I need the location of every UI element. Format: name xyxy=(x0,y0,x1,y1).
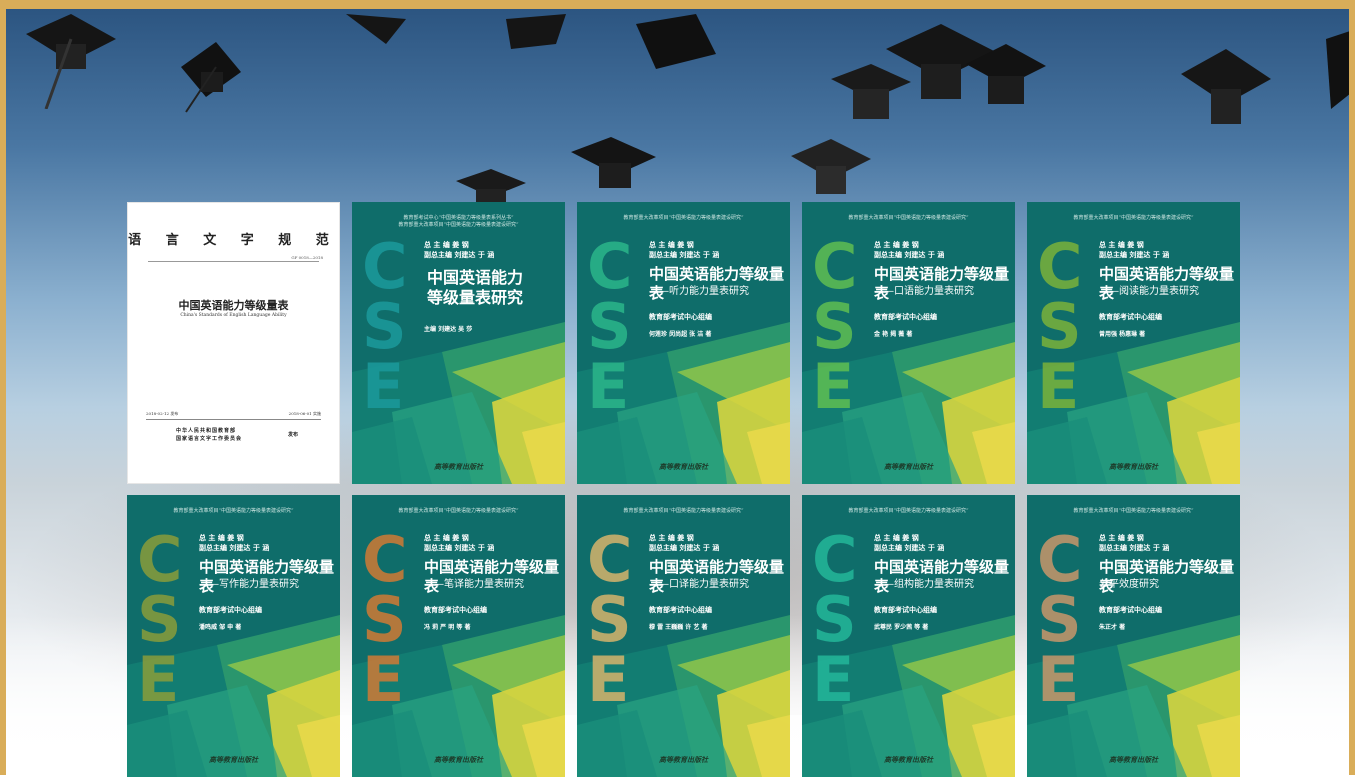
book-editors: 总 主 编 姜 钢 副总主编 刘建达 于 涵 xyxy=(874,533,945,552)
book-authors: 主编 刘建达 吴 莎 xyxy=(424,326,473,333)
book-organizer: 教育部考试中心组编 xyxy=(1099,605,1162,614)
cse-logo: CSE xyxy=(137,523,182,716)
standard-issuer: 中华人民共和国教育部 国家语言文字工作委员会 xyxy=(176,427,242,443)
publisher-logo: 高等教育出版社 xyxy=(659,755,708,764)
publisher-logo: 高等教育出版社 xyxy=(434,755,483,764)
book-editors: 总 主 编 姜 钢 副总主编 刘建达 于 涵 xyxy=(424,240,495,259)
book-cover[interactable]: C S E 教育部重大改革项目“中国英语能力等级量表建设研究” 总 主 编 姜 钢 副总… xyxy=(352,495,565,777)
cse-logo: CSE xyxy=(362,523,407,716)
book-organizer: 教育部考试中心组编 xyxy=(424,605,487,614)
publisher-logo: 高等教育出版社 xyxy=(884,755,933,764)
book-authors: 穆 雷 王巍巍 许 艺 著 xyxy=(649,624,708,631)
book-subtitle: ——阅读能力量表研究 xyxy=(1099,286,1199,297)
book-subtitle: ——口语能力量表研究 xyxy=(874,286,974,297)
date-effective: 2018-06-01 实施 xyxy=(288,411,321,416)
graduation-cap-icon xyxy=(636,14,716,69)
book-cover[interactable]: C S E 教育部重大改革项目“中国英语能力等级量表建设研究” 总 主 编 姜 钢 副总… xyxy=(1027,202,1240,484)
book-cover[interactable]: C S E 教育部重大改革项目“中国英语能力等级量表建设研究” 总 主 编 姜 钢 副总… xyxy=(127,495,340,777)
book-cover[interactable]: C S E 教育部重大改革项目“中国英语能力等级量表建设研究” 总 主 编 姜 钢 副总… xyxy=(1027,495,1240,777)
cse-logo: CSE xyxy=(587,523,632,716)
graduation-cap-icon xyxy=(571,137,656,188)
book-editors: 总 主 编 姜 钢 副总主编 刘建达 于 涵 xyxy=(649,240,720,259)
book-subtitle: ——笔译能力量表研究 xyxy=(424,579,524,590)
graduation-cap-icon xyxy=(1326,31,1349,109)
book-subtitle: 公平效度研究 xyxy=(1099,579,1159,590)
standard-header: 语 言 文 字 规 范 xyxy=(128,233,339,248)
book-authors: 金 艳 揭 薇 著 xyxy=(874,331,913,338)
standard-title: 中国英语能力等级量表 xyxy=(178,299,289,312)
graduation-cap-icon xyxy=(506,14,566,49)
book-subtitle: ——写作能力量表研究 xyxy=(199,579,299,590)
book-title: 中国英语能力 等级量表研究 xyxy=(427,268,524,307)
book-editors: 总 主 编 姜 钢 副总主编 刘建达 于 涵 xyxy=(199,533,270,552)
book-series: 教育部重大改革项目“中国英语能力等级量表建设研究” xyxy=(173,508,294,514)
cse-logo: CSE xyxy=(812,230,857,423)
divider xyxy=(148,261,319,262)
book-editors: 总 主 编 姜 钢 副总主编 刘建达 于 涵 xyxy=(874,240,945,259)
book-subtitle: ——听力能力量表研究 xyxy=(649,286,749,297)
publisher-logo: 高等教育出版社 xyxy=(659,462,708,471)
book-cover[interactable]: C S E 教育部重大改革项目“中国英语能力等级量表建设研究” 总 主 编 姜 钢 副总… xyxy=(802,202,1015,484)
cse-logo: CSE xyxy=(362,230,407,423)
book-organizer: 教育部考试中心组编 xyxy=(874,605,937,614)
book-series: 教育部重大改革项目“中国英语能力等级量表建设研究” xyxy=(1073,215,1194,221)
issue-label: 发布 xyxy=(288,432,299,438)
book-editors: 总 主 编 姜 钢 副总主编 刘建达 于 涵 xyxy=(1099,533,1170,552)
publisher-logo: 高等教育出版社 xyxy=(209,755,258,764)
book-cover[interactable]: C S E 教育部重大改革项目“中国英语能力等级量表建设研究” 总 主 编 姜 钢 副总… xyxy=(577,202,790,484)
standard-title-en: China's Standards of English Language Ab… xyxy=(180,313,287,318)
book-authors: 朱正才 著 xyxy=(1099,624,1126,631)
graduation-cap-icon xyxy=(181,42,241,113)
standard-code: GF 0018—2018 xyxy=(291,255,323,260)
book-editors: 总 主 编 姜 钢 副总主编 刘建达 于 涵 xyxy=(649,533,720,552)
graduation-cap-icon xyxy=(966,44,1046,104)
divider xyxy=(146,419,321,420)
date-published: 2018-02-12 发布 xyxy=(146,411,179,416)
book-cover[interactable]: C S E 教育部重大改革项目“中国英语能力等级量表建设研究” 总 主 编 姜 钢 副总… xyxy=(577,495,790,777)
book-authors: 曾用强 杨惠琳 著 xyxy=(1099,331,1146,338)
book-authors: 冯 莉 严 明 等 著 xyxy=(424,624,471,631)
standard-document-cover[interactable]: 语 言 文 字 规 范 GF 0018—2018 中国英语能力等级量表 Chin… xyxy=(127,202,340,484)
cse-logo: CSE xyxy=(812,523,857,716)
standard-dates: 2018-02-12 发布 2018-06-01 实施 xyxy=(146,411,321,417)
graduation-cap-icon xyxy=(791,139,871,194)
book-organizer: 教育部考试中心组编 xyxy=(649,605,712,614)
book-organizer: 教育部考试中心组编 xyxy=(1099,312,1162,321)
publisher-logo: 高等教育出版社 xyxy=(884,462,933,471)
book-series: 教育部重大改革项目“中国英语能力等级量表建设研究” xyxy=(623,215,744,221)
publisher-logo: 高等教育出版社 xyxy=(1109,755,1158,764)
graduation-cap-icon xyxy=(346,14,406,44)
issuer-line: 中华人民共和国教育部 xyxy=(176,428,237,434)
graduation-cap-icon xyxy=(26,14,116,109)
publisher-logo: 高等教育出版社 xyxy=(1109,462,1158,471)
book-organizer: 教育部考试中心组编 xyxy=(649,312,712,321)
publisher-logo: 高等教育出版社 xyxy=(434,462,483,471)
book-organizer: 教育部考试中心组编 xyxy=(874,312,937,321)
book-subtitle: ——组构能力量表研究 xyxy=(874,579,974,590)
cse-logo: CSE xyxy=(587,230,632,423)
book-subtitle: ——口译能力量表研究 xyxy=(649,579,749,590)
cse-logo: CSE xyxy=(1037,230,1082,423)
book-cover[interactable]: C S E 教育部重大改革项目“中国英语能力等级量表建设研究” 总 主 编 姜 钢 副总… xyxy=(802,495,1015,777)
book-authors: 武尊民 罗少茜 等 著 xyxy=(874,624,929,631)
book-grid: 语 言 文 字 规 范 GF 0018—2018 中国英语能力等级量表 Chin… xyxy=(127,202,1240,777)
graduation-cap-icon xyxy=(1181,49,1271,124)
book-series: 教育部重大改革项目“中国英语能力等级量表建设研究” xyxy=(623,508,744,514)
book-editors: 总 主 编 姜 钢 副总主编 刘建达 于 涵 xyxy=(1099,240,1170,259)
book-authors: 潘鸣威 邹 申 著 xyxy=(199,624,242,631)
book-series: 教育部重大改革项目“中国英语能力等级量表建设研究” xyxy=(848,508,969,514)
issuer-line: 国家语言文字工作委员会 xyxy=(176,436,243,442)
book-series: 教育部考试中心“中国英语能力等级量表系列丛书” 教育部重大改革项目“中国英语能力… xyxy=(398,215,519,228)
book-authors: 何莲珍 闵尚超 张 洁 著 xyxy=(649,331,712,338)
book-editors: 总 主 编 姜 钢 副总主编 刘建达 于 涵 xyxy=(424,533,495,552)
book-cover[interactable]: C S E 教育部考试中心“中国英语能力等级量表系列丛书” 教育部重大改革项目“中国英… xyxy=(352,202,565,484)
book-organizer: 教育部考试中心组编 xyxy=(199,605,262,614)
book-series: 教育部重大改革项目“中国英语能力等级量表建设研究” xyxy=(1073,508,1194,514)
cse-logo: CSE xyxy=(1037,523,1082,716)
book-series: 教育部重大改革项目“中国英语能力等级量表建设研究” xyxy=(848,215,969,221)
book-series: 教育部重大改革项目“中国英语能力等级量表建设研究” xyxy=(398,508,519,514)
